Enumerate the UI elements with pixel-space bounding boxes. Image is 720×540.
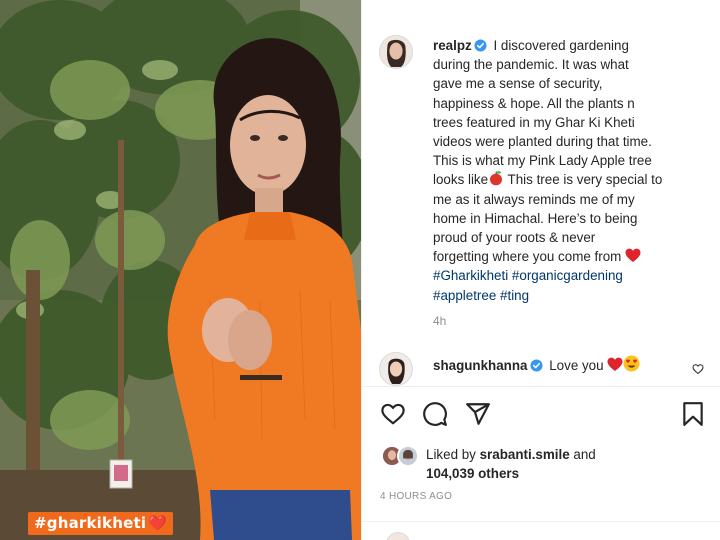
post-side-panel: realpz I discovered gardening during the … bbox=[361, 0, 720, 540]
caption-line: during the pandemic. It was what bbox=[433, 57, 629, 73]
caption-line: trees featured in my Ghar Ki Kheti bbox=[433, 114, 635, 130]
red-heart-emoji-icon bbox=[607, 357, 623, 371]
comment-bubble-icon bbox=[423, 402, 447, 426]
comment-input-avatar bbox=[386, 532, 410, 540]
comment-like-heart-icon[interactable] bbox=[692, 363, 704, 375]
liker-avatar-image bbox=[399, 447, 417, 465]
likers-avatars[interactable] bbox=[381, 445, 423, 469]
red-heart-emoji-icon: ❤️ bbox=[148, 514, 168, 532]
caption-line: I discovered gardening bbox=[493, 38, 629, 53]
caption-line: proud of your roots & never bbox=[433, 230, 596, 246]
hashtag-link[interactable]: #Gharkikheti bbox=[433, 268, 508, 283]
caption-line: This is what my Pink Lady Apple tree bbox=[433, 153, 652, 169]
commenter-username[interactable]: shagunkhanna bbox=[433, 358, 528, 373]
commenter-avatar[interactable] bbox=[379, 352, 413, 386]
share-button[interactable] bbox=[465, 401, 491, 427]
divider bbox=[362, 386, 720, 387]
red-heart-emoji-icon bbox=[625, 248, 641, 263]
heart-outline-icon bbox=[381, 403, 405, 425]
post-date[interactable]: 4 HOURS AGO bbox=[380, 491, 452, 502]
caption-timestamp[interactable]: 4h bbox=[433, 314, 446, 328]
caption-line: me as it always reminds me of my bbox=[433, 191, 635, 207]
heart-eyes-emoji-icon bbox=[623, 355, 640, 372]
apple-emoji-icon bbox=[490, 171, 503, 186]
commenter-avatar-image bbox=[380, 353, 412, 385]
likes-summary: Liked by srabanti.smile and 104,039 other… bbox=[426, 445, 696, 483]
author-avatar[interactable] bbox=[379, 35, 413, 69]
liked-by-prefix: Liked by bbox=[426, 447, 476, 462]
hashtag-link[interactable]: #appletree bbox=[433, 288, 496, 303]
caption-line: videos were planted during that time. bbox=[433, 134, 652, 150]
garden-photo bbox=[0, 0, 361, 540]
liked-by-and: and bbox=[573, 447, 596, 462]
paper-plane-icon bbox=[466, 403, 490, 425]
post-caption: realpz I discovered gardening during the … bbox=[433, 36, 713, 305]
hashtag-overlay-text: #gharkikheti bbox=[34, 514, 147, 532]
caption-line: This tree is very special to bbox=[504, 172, 663, 188]
caption-line: home in Himachal. Here’s to being bbox=[433, 210, 638, 226]
likes-count-link[interactable]: 104,039 others bbox=[426, 466, 519, 481]
comment: shagunkhanna Love you bbox=[433, 355, 693, 375]
author-username[interactable]: realpz bbox=[433, 38, 472, 53]
hashtag-link[interactable]: #ting bbox=[500, 288, 529, 303]
comment-text: Love you bbox=[549, 358, 604, 373]
caption-line: happiness & hope. All the plants n bbox=[433, 95, 635, 111]
author-avatar-image bbox=[380, 36, 412, 68]
caption-line: gave me a sense of security, bbox=[433, 76, 603, 92]
liker-avatar bbox=[397, 445, 419, 467]
bookmark-icon bbox=[683, 402, 703, 426]
hashtag-overlay: #gharkikheti ❤️ bbox=[28, 512, 174, 535]
verified-badge-icon bbox=[529, 359, 543, 372]
verified-badge-icon bbox=[474, 39, 487, 52]
comment-button[interactable] bbox=[422, 401, 448, 427]
liked-by-user[interactable]: srabanti.smile bbox=[480, 447, 570, 462]
like-button[interactable] bbox=[380, 401, 406, 427]
divider bbox=[362, 521, 720, 522]
save-button[interactable] bbox=[680, 401, 706, 427]
hashtag-link[interactable]: #organicgardening bbox=[512, 268, 623, 283]
caption-line: looks like bbox=[433, 172, 489, 188]
caption-line: forgetting where you come from bbox=[433, 249, 622, 265]
post-media[interactable]: #gharkikheti ❤️ bbox=[0, 0, 361, 540]
